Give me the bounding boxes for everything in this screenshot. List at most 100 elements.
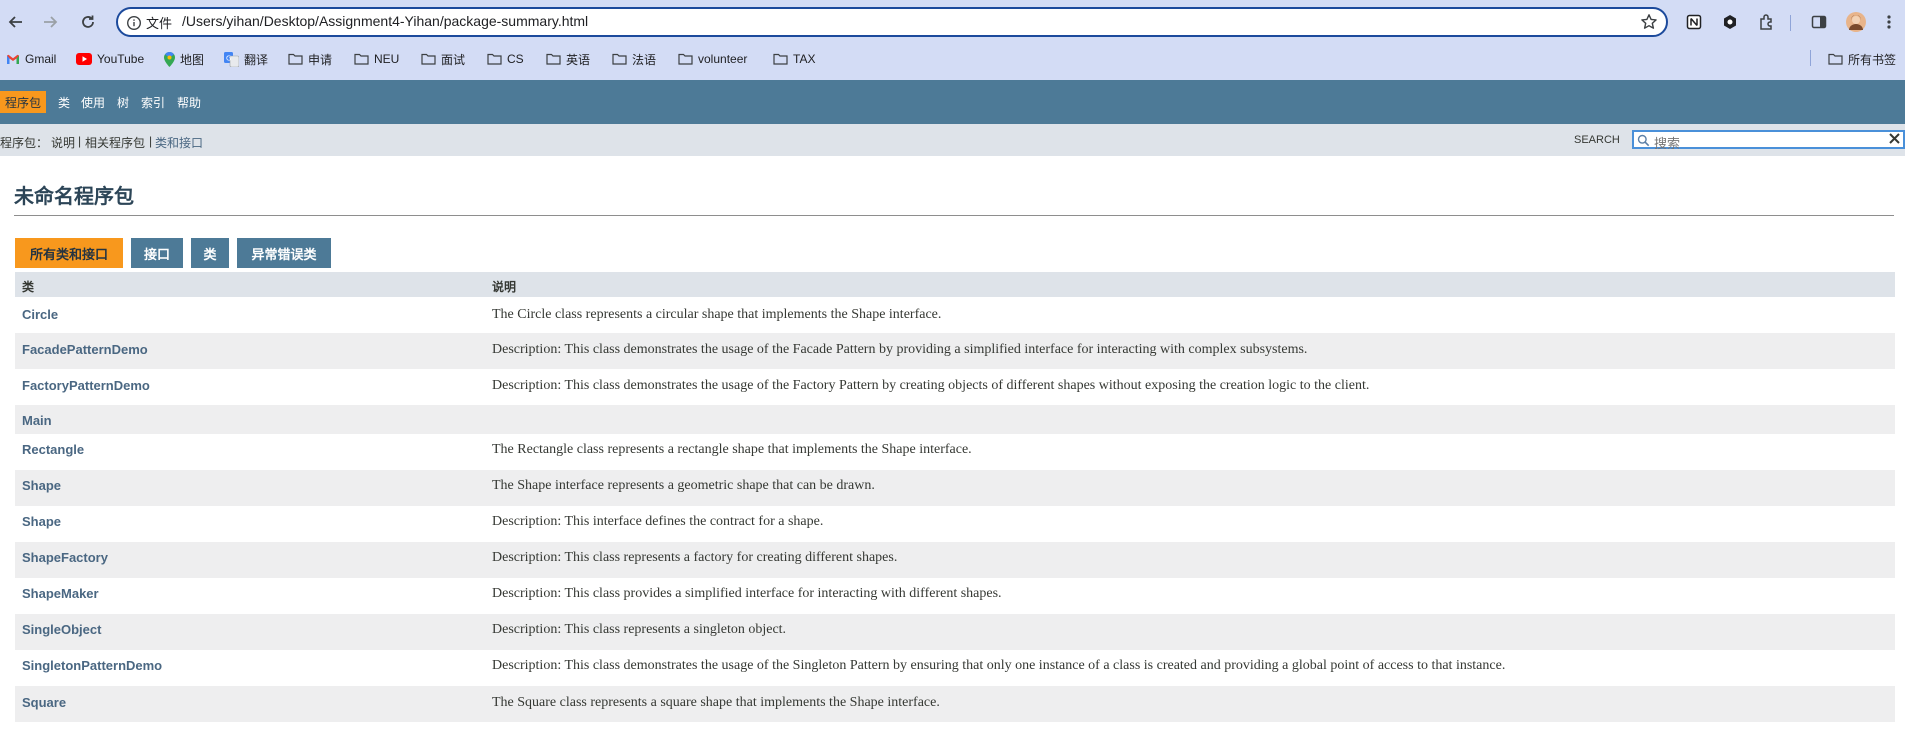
nav-use[interactable]: 使用 [81,94,105,111]
side-panel-icon[interactable] [1808,11,1830,33]
class-link[interactable]: Main [22,413,52,428]
bookmark-folder[interactable]: 面试 [421,49,465,69]
profile-avatar[interactable] [1845,11,1867,33]
class-description: The Shape interface represents a geometr… [492,478,875,493]
bookmark-label: 地图 [180,52,205,67]
bookmark-label: volunteer [698,52,748,66]
table-row: ShapeMaker Description: This class provi… [15,578,1895,614]
extensions-puzzle-icon[interactable] [1756,11,1778,33]
bookmark-label: 英语 [566,52,591,67]
bookmark-folder[interactable]: TAX [773,49,815,69]
bookmark-label: 面试 [441,52,466,67]
class-description: Description: This class represents a fac… [492,550,898,565]
class-description: Description: This class demonstrates the… [492,342,1308,357]
subnav-separator: | [78,134,82,148]
table-row: Circle The Circle class represents a cir… [15,297,1895,333]
all-bookmarks-button[interactable]: 所有书签 [1828,49,1896,69]
nav-class[interactable]: 类 [58,94,70,111]
class-link[interactable]: Square [22,695,66,710]
bookmark-label: YouTube [97,52,145,66]
reload-button[interactable] [76,10,100,34]
top-navigation: 程序包 类 使用 树 索引 帮助 [0,80,1905,124]
class-description: Description: This class demonstrates the… [492,378,1370,393]
nav-tree[interactable]: 树 [117,94,129,111]
table-row: FactoryPatternDemo Description: This cla… [15,369,1895,405]
table-row: Shape Description: This interface define… [15,506,1895,542]
subnav-link-description[interactable]: 说明 [51,134,75,151]
table-row: ShapeFactory Description: This class rep… [15,542,1895,578]
bookmark-label: TAX [793,52,816,66]
notion-extension-icon[interactable] [1683,11,1705,33]
tab-interfaces[interactable]: 接口 [131,238,183,268]
table-row: SingleObject Description: This class rep… [15,614,1895,650]
tab-all-classes-interfaces[interactable]: 所有类和接口 [15,238,123,268]
nav-index[interactable]: 索引 [141,94,165,111]
back-arrow-icon [8,16,22,28]
table-row: Rectangle The Rectangle class represents… [15,434,1895,470]
bookmark-star-icon[interactable] [1640,13,1658,36]
bookmark-folder[interactable]: volunteer [678,49,747,69]
reload-icon [82,15,94,28]
bookmark-label: Gmail [25,52,57,66]
nav-package[interactable]: 程序包 [0,91,47,113]
bookmark-folder[interactable]: 法语 [612,49,656,69]
translate-icon: G [224,51,239,67]
table-header: 类 说明 [15,272,1895,297]
folder-icon [288,53,303,65]
search-input[interactable]: 搜索 [1632,130,1905,151]
class-description: Description: This class demonstrates the… [492,658,1506,673]
subnav-prefix: 程序包： [0,136,49,150]
class-description: Description: This class provides a simpl… [492,586,1002,601]
subnav-link-related-packages[interactable]: 相关程序包 [85,134,145,151]
class-link[interactable]: Rectangle [22,442,84,457]
class-link[interactable]: SingleObject [22,622,101,637]
table-row: Shape The Shape interface represents a g… [15,470,1895,506]
site-info-icon[interactable] [126,14,142,32]
folder-icon [354,53,369,65]
class-link[interactable]: Shape [22,514,61,529]
scheme-label[interactable]: 文件 [146,13,172,32]
nav-help[interactable]: 帮助 [177,94,201,111]
folder-icon [487,53,502,65]
class-description: The Circle class represents a circular s… [492,307,942,322]
bookmark-folder[interactable]: CS [487,49,524,69]
browser-menu-icon[interactable] [1882,11,1896,33]
tab-exceptions-errors[interactable]: 异常错误类 [237,238,331,268]
folder-icon [678,53,693,65]
clear-search-icon[interactable] [1888,132,1901,150]
class-description: The Square class represents a square sha… [492,695,940,710]
class-link[interactable]: ShapeMaker [22,586,99,601]
subnav-link-classes-interfaces[interactable]: 类和接口 [155,134,203,151]
folder-icon [546,53,561,65]
class-link[interactable]: ShapeFactory [22,550,108,565]
address-bar[interactable]: 文件 /Users/yihan/Desktop/Assignment4-Yiha… [116,7,1668,37]
svg-text:G: G [226,54,231,62]
class-link[interactable]: FactoryPatternDemo [22,378,150,393]
table-row: FacadePatternDemo Description: This clas… [15,333,1895,369]
bookmark-folder[interactable]: NEU [354,49,399,69]
table-row: Main [15,405,1895,434]
class-description: Description: This interface defines the … [492,514,824,529]
hexagon-extension-icon[interactable] [1719,11,1741,33]
class-link[interactable]: Circle [22,307,58,322]
forward-button[interactable] [38,10,62,34]
search-placeholder: 搜索 [1654,136,1681,151]
bookmark-label: NEU [374,52,400,66]
bookmark-youtube[interactable]: YouTube [76,49,144,69]
class-link[interactable]: FacadePatternDemo [22,342,148,357]
back-button[interactable] [4,10,28,34]
bookmark-label: 申请 [308,52,333,67]
url-text[interactable]: /Users/yihan/Desktop/Assignment4-Yihan/p… [182,13,588,29]
tab-classes[interactable]: 类 [191,238,229,268]
bookmark-label: 法语 [632,52,657,67]
bookmarks-bar: Gmail YouTube 地图 G 翻译 申请 NEU 面试 CS 英语 法语… [0,46,1905,72]
bookmark-folder[interactable]: 英语 [546,49,590,69]
forward-arrow-icon [44,16,58,28]
bookmark-translate[interactable]: G 翻译 [224,49,268,69]
class-link[interactable]: Shape [22,478,61,493]
bookmark-folder[interactable]: 申请 [288,49,332,69]
bookmark-gmail[interactable]: Gmail [6,49,56,69]
class-link[interactable]: SingletonPatternDemo [22,658,162,673]
folder-icon [612,53,627,65]
bookmark-maps[interactable]: 地图 [164,49,204,69]
